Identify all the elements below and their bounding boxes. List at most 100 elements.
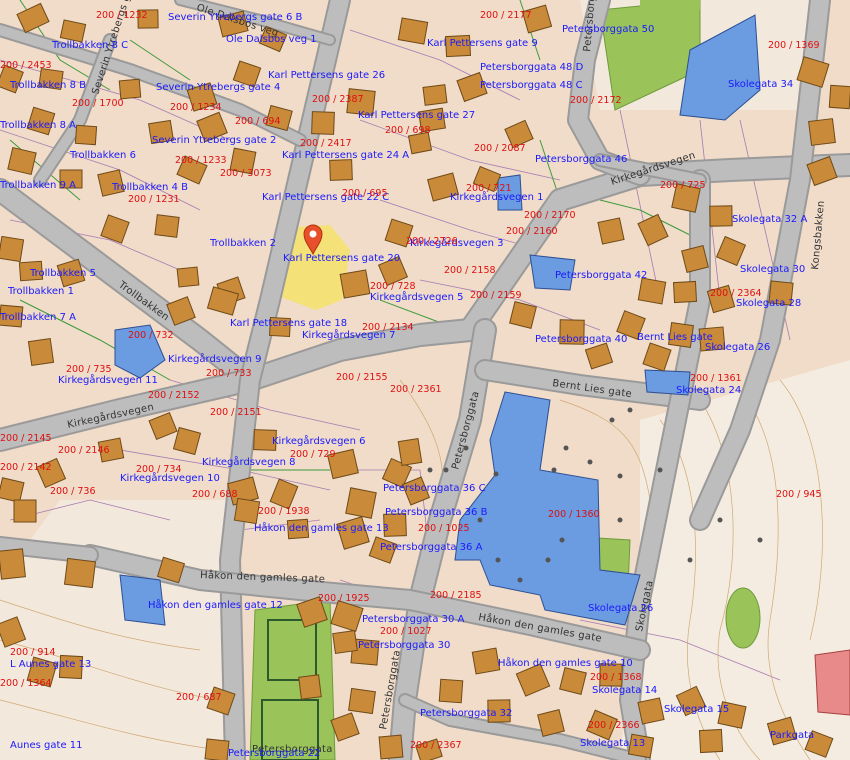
parcel-label: 200 / 2366 bbox=[588, 720, 640, 731]
address-label: Petersborggata 36 C bbox=[383, 483, 486, 494]
address-label: Karl Pettersens gate 27 bbox=[358, 110, 475, 121]
parcel-label: 200 / 1364 bbox=[0, 678, 52, 689]
address-label: Trollbakken 9 A bbox=[0, 180, 76, 191]
cadastral-map[interactable]: Kirkegårdsvegen Kirkegårdsvegen Bernt Li… bbox=[0, 0, 850, 760]
building-footprint bbox=[397, 438, 423, 466]
address-label: Karl Pettersens gate 24 A bbox=[282, 150, 409, 161]
parcel-label: 200 / 2177 bbox=[480, 10, 532, 21]
address-label: Petersborggata 36 A bbox=[380, 542, 483, 553]
address-label: Petersborggata 36 B bbox=[385, 507, 488, 518]
parcel-label: 200 / 1925 bbox=[318, 593, 370, 604]
tree-dot bbox=[427, 467, 433, 473]
address-label: Håkon den gamles gate 10 bbox=[498, 656, 633, 669]
parcel-label: 200 / 687 bbox=[176, 692, 222, 703]
building-footprint bbox=[378, 734, 404, 760]
building-footprint bbox=[13, 499, 37, 523]
building-footprint bbox=[204, 738, 230, 760]
address-label: Trollbakken 4 B bbox=[111, 182, 188, 193]
tree-dot bbox=[609, 417, 615, 423]
building-footprint bbox=[176, 266, 200, 288]
parcel-label: 200 / 2142 bbox=[0, 462, 52, 473]
building-footprint bbox=[233, 497, 261, 525]
tree-dot bbox=[517, 577, 523, 583]
parcel-label: 200 / 1025 bbox=[418, 523, 470, 534]
address-label: Skolegata 34 bbox=[728, 79, 793, 90]
building-footprint bbox=[311, 111, 335, 135]
tree-dot bbox=[493, 471, 499, 477]
parcel-label: 200 / 2453 bbox=[0, 60, 52, 71]
parcel-label: 200 / 732 bbox=[128, 330, 174, 341]
parcel-label: 200 / 3073 bbox=[220, 168, 272, 179]
address-label: Petersborggata 46 bbox=[535, 154, 627, 165]
parcel-label: 200 / 721 bbox=[466, 183, 512, 194]
building-footprint bbox=[828, 84, 850, 110]
address-label: Trollbakken 2 bbox=[209, 238, 276, 249]
parcel-label: 200 / 2364 bbox=[710, 288, 762, 299]
address-label: Bernt Lies gate bbox=[637, 332, 713, 343]
tree-dot bbox=[757, 537, 763, 543]
tree-dot bbox=[587, 459, 593, 465]
building-footprint bbox=[681, 245, 709, 273]
address-label: Severin Ytrebergs gate 6 B bbox=[168, 12, 302, 23]
building-footprint bbox=[672, 280, 698, 304]
parcel-label: 200 / 2172 bbox=[570, 95, 622, 106]
address-label: Skolegata 30 bbox=[740, 264, 805, 275]
parcel-label: 200 / 914 bbox=[10, 647, 56, 658]
building-footprint bbox=[63, 557, 97, 589]
building-footprint bbox=[438, 678, 464, 704]
address-label: Petersborggata 30 A bbox=[362, 614, 465, 625]
parcel-label: 200 / 2159 bbox=[470, 290, 522, 301]
parcel-label: 200 / 734 bbox=[136, 464, 182, 475]
green-pond-area bbox=[725, 587, 761, 649]
parcel-label: 200 / 945 bbox=[776, 489, 822, 500]
green-strip-east bbox=[640, 0, 700, 10]
parcel-label: 200 / 2145 bbox=[0, 433, 52, 444]
address-label: Petersborggata 22 bbox=[228, 748, 320, 759]
parcel-label: 200 / 2087 bbox=[474, 143, 526, 154]
tree-dot bbox=[559, 537, 565, 543]
address-label: Skolegata 26 bbox=[588, 603, 653, 614]
building-footprint bbox=[332, 630, 358, 654]
parcel-label: 200 / 2158 bbox=[444, 265, 496, 276]
parcel-label: 200 / 2185 bbox=[430, 590, 482, 601]
tree-dot bbox=[657, 467, 663, 473]
building-footprint bbox=[0, 235, 25, 263]
parcel-label: 200 / 2146 bbox=[58, 445, 110, 456]
parcel-label: 200 / 1368 bbox=[590, 672, 642, 683]
building-footprint bbox=[597, 217, 625, 245]
address-label: Skolegata 15 bbox=[664, 704, 729, 715]
tree-dot bbox=[627, 407, 633, 413]
tree-dot bbox=[545, 557, 551, 563]
address-label: L Aunes gate 13 bbox=[10, 659, 91, 670]
parcel-label: 200 / 1700 bbox=[72, 98, 124, 109]
parcel-label: 200 / 2170 bbox=[524, 210, 576, 221]
parcel-label: 200 / 736 bbox=[50, 486, 96, 497]
parcel-label: 200 / 2152 bbox=[148, 390, 200, 401]
parcel-label: 200 / 2387 bbox=[312, 94, 364, 105]
address-label: Severin Ytrebergs gate 4 bbox=[156, 82, 280, 93]
address-label: Karl Pettersens gate 9 bbox=[427, 38, 538, 49]
address-label: Skolegata 26 bbox=[705, 342, 770, 353]
building-footprint bbox=[637, 277, 667, 305]
building-footprint bbox=[118, 78, 142, 100]
parcel-label: 200 / 1369 bbox=[768, 40, 820, 51]
parcel-label: 200 / 2155 bbox=[336, 372, 388, 383]
building-footprint bbox=[509, 301, 537, 329]
parcel-label: 200 / 1231 bbox=[128, 194, 180, 205]
parcel-label: 200 / 695 bbox=[342, 188, 388, 199]
parcel-label: 200 / 2134 bbox=[362, 322, 414, 333]
address-label: Petersborggata 42 bbox=[555, 270, 647, 281]
parcel-label: 200 / 2361 bbox=[390, 384, 442, 395]
building-footprint bbox=[422, 84, 448, 106]
building-footprint bbox=[0, 548, 26, 580]
address-label: Trollbakken 5 bbox=[29, 268, 96, 279]
parcel-label: 200 / 733 bbox=[206, 368, 252, 379]
address-label: Petersborggata 50 bbox=[562, 24, 654, 35]
address-label: Karl Pettersens gate 26 bbox=[268, 70, 385, 81]
parcel-label: 200 / 2160 bbox=[506, 226, 558, 237]
building-footprint bbox=[59, 19, 87, 43]
address-label: Karl Pettersens gate 20 bbox=[283, 253, 400, 264]
address-label: Håkon den gamles gate 13 bbox=[254, 521, 389, 534]
building-footprint bbox=[397, 17, 429, 45]
building-footprint bbox=[348, 687, 376, 715]
